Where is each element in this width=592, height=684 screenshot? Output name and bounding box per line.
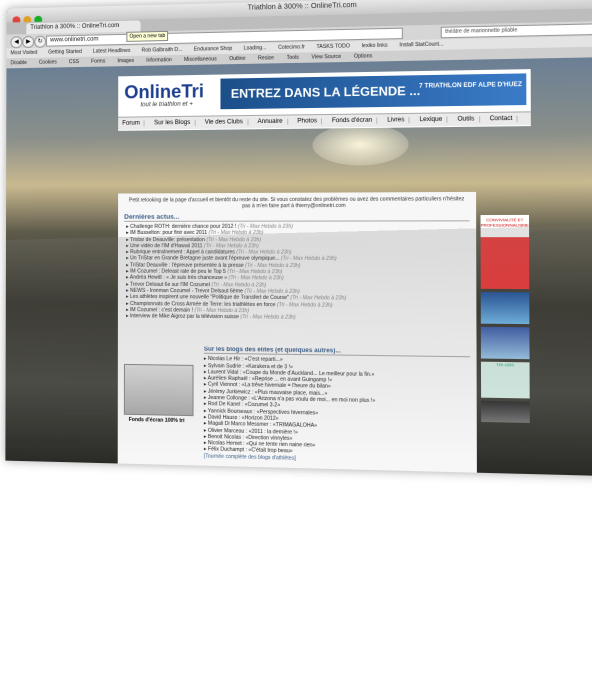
bookmark-item-label: lexiko links — [361, 42, 388, 50]
nav-link-label: Sur les Blogs — [149, 119, 196, 127]
ad-banner[interactable]: ENTREZ DANS LA LÉGENDE ... 7 TRIATHLON E… — [220, 73, 527, 110]
toolbar-item-label: Cookies — [38, 59, 57, 66]
bookmark-item-label: Endurance Shop — [193, 45, 233, 53]
banner-text: ENTREZ DANS LA LÉGENDE ... — [230, 83, 421, 101]
nav-link-label: Forum — [118, 120, 145, 127]
banner-subtext: 7 TRIATHLON EDF ALPE D'HUEZ — [419, 81, 522, 90]
nav-link[interactable]: Outils — [453, 116, 480, 123]
stage: Triathlon à 300% :: OnlineTri.com Triath… — [0, 0, 592, 684]
bookmark-item[interactable]: Rob Galbraith D... — [142, 47, 189, 54]
nav-link-label: Outils — [453, 116, 480, 123]
nav-link[interactable]: Lexique — [415, 116, 448, 124]
news-item-label: ▸ Challenge ROTH: dernière chance pour 2… — [126, 223, 237, 230]
toolbar-item[interactable]: Information — [146, 57, 179, 64]
toolbar-item[interactable]: View Source — [312, 54, 349, 61]
bookmark-item-label: Getting Started — [48, 48, 82, 56]
bookmark-item-label: Latest Headlines — [92, 47, 131, 55]
toolbar-item[interactable]: Options — [354, 53, 380, 60]
nav-link[interactable]: Fonds d'écran — [327, 117, 378, 125]
toolbar-item-label: Disable — [10, 59, 27, 67]
bookmark-item[interactable]: Endurance Shop — [194, 46, 239, 53]
news-meta: (Tri - Max Hebdo à 23h) — [236, 223, 293, 230]
site-header: OnlineTri tout le triathlon et + ENTREZ … — [118, 69, 531, 131]
toolbar-item-label: Miscellaneous — [184, 56, 217, 64]
nav-link-label: Annuaire — [253, 118, 288, 126]
news-heading: Dernières actus... — [124, 212, 470, 222]
bookmark-item[interactable]: Getting Started — [48, 49, 88, 56]
toolbar-item-label: Options — [353, 53, 373, 60]
nav-link[interactable]: Annuaire — [253, 118, 288, 126]
bookmark-item-label: Rob Galbraith D... — [141, 46, 183, 54]
nav-link[interactable]: Photos — [293, 118, 323, 125]
notice-text: Petit relooking de la page d'accueil et … — [128, 196, 465, 210]
nav-link[interactable]: Vie des Clubs — [200, 119, 249, 126]
reload-icon[interactable]: ↻ — [34, 35, 47, 48]
nav-link-label: Livres — [382, 117, 410, 124]
toolbar-item[interactable]: Outline — [229, 55, 253, 63]
bookmark-item-label: Install StatCount... — [399, 41, 444, 49]
search-input[interactable]: théâtre de marionnette pliable — [440, 23, 592, 39]
bookmark-item[interactable]: Loading... — [244, 45, 273, 52]
nav-link-label: Photos — [293, 118, 323, 125]
toolbar-item[interactable]: Cookies — [39, 59, 64, 65]
toolbar-item[interactable]: Resize — [258, 55, 281, 62]
toolbar-item-label: View Source — [311, 53, 342, 61]
nav-link-label: Contact — [485, 115, 518, 123]
toolbar-item-label: Outline — [229, 55, 246, 63]
sunset-glow — [312, 123, 409, 166]
forward-icon[interactable]: ▶ — [22, 35, 35, 49]
bookmark-item-label: Cotecimo.fr — [278, 44, 305, 51]
toolbar-item-label: Tools — [286, 54, 299, 62]
site-nav: Forum Sur les Blogs Vie des Clubs Annuaire P… — [118, 111, 531, 130]
toolbar-item[interactable]: Disable — [10, 60, 33, 66]
toolbar-item-label: Resize — [258, 55, 275, 62]
toolbar-item[interactable]: Forms — [91, 58, 112, 64]
bookmark-item-label: Most Visited — [10, 49, 38, 57]
bookmark-item[interactable]: Cotecimo.fr — [278, 44, 311, 51]
window-reflection — [6, 224, 592, 460]
logo-tagline: tout le triathlon et + — [140, 101, 193, 109]
toolbar-item[interactable]: Miscellaneous — [184, 56, 224, 63]
bookmark-item[interactable]: Latest Headlines — [93, 48, 137, 55]
toolbar-item[interactable]: Tools — [286, 54, 307, 62]
nav-link[interactable]: Livres — [382, 117, 410, 124]
nav-link-label: Vie des Clubs — [200, 119, 249, 126]
nav-link[interactable]: Sur les Blogs — [149, 119, 196, 127]
site-logo[interactable]: OnlineTri — [124, 81, 204, 104]
toolbar-item-label: Images — [117, 57, 135, 65]
toolbar-item[interactable]: CSS — [69, 59, 86, 65]
toolbar-item-label: Information — [146, 57, 172, 64]
toolbar-item[interactable]: Images — [117, 57, 141, 65]
nav-link[interactable]: Contact — [485, 115, 518, 123]
bookmark-item-label: TASKS TODO — [316, 43, 351, 51]
bookmark-item-label: Loading... — [243, 45, 267, 52]
bookmark-item[interactable]: Install StatCount... — [399, 41, 450, 48]
new-tab-tooltip: Open a new tab — [126, 30, 169, 42]
toolbar-item-label: Forms — [91, 58, 106, 65]
nav-link-label: Fonds d'écran — [327, 117, 378, 125]
back-icon[interactable]: ◀ — [10, 36, 23, 49]
nav-link[interactable]: Forum — [118, 120, 145, 127]
bookmark-item[interactable]: lexiko links — [361, 42, 394, 50]
toolbar-item-label: CSS — [68, 58, 80, 66]
bookmark-item[interactable]: Most Visited — [10, 50, 43, 57]
bookmark-item[interactable]: TASKS TODO — [316, 43, 356, 50]
nav-link-label: Lexique — [415, 116, 448, 124]
